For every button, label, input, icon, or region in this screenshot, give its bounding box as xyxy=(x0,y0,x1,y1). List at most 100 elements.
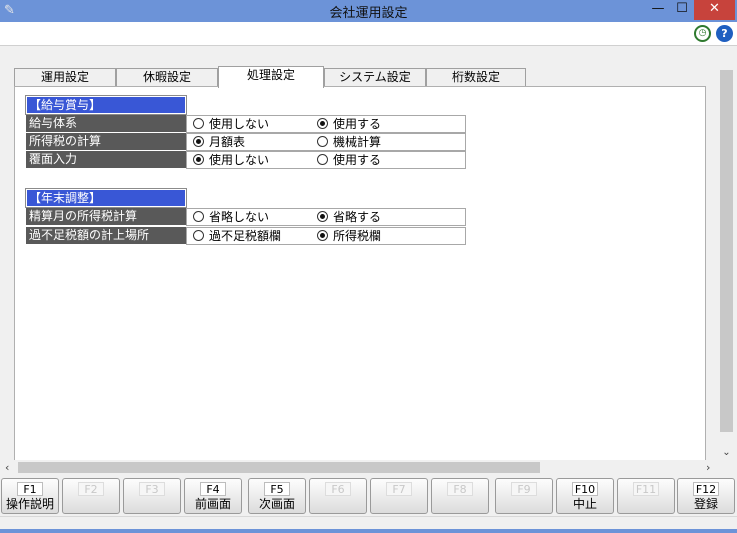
toolbar: ◷ ? xyxy=(0,22,737,46)
row-label: 過不足税額の計上場所 xyxy=(26,227,186,245)
tab-processing-settings[interactable]: 処理設定 xyxy=(218,66,324,88)
radio-button-selected[interactable] xyxy=(193,136,204,147)
window-title: 会社運用設定 xyxy=(329,6,408,21)
setting-row-salary-system: 給与体系 使用しない 使用する xyxy=(26,115,466,133)
setting-row-settlement-month-tax: 精算月の所得税計算 省略しない 省略する xyxy=(26,208,466,226)
company-settings-window: ✎ 会社運用設定 — ☐ ✕ ◷ ? 運用設定 休暇設定 処理設定 システム設定… xyxy=(0,0,737,533)
f11-button[interactable]: F11 xyxy=(617,478,675,514)
fkey-code: F7 xyxy=(386,482,412,496)
f2-button[interactable]: F2 xyxy=(62,478,120,514)
horizontal-scrollbar[interactable]: ‹ › xyxy=(0,460,720,475)
title-bar: ✎ 会社運用設定 — ☐ ✕ xyxy=(0,0,737,22)
fkey-code: F8 xyxy=(447,482,473,496)
fkey-code: F10 xyxy=(572,482,598,496)
scroll-right-icon[interactable]: › xyxy=(706,460,710,475)
f9-button[interactable]: F9 xyxy=(495,478,553,514)
tab-operation-settings[interactable]: 運用設定 xyxy=(14,68,116,87)
radio-group: 月額表 機械計算 xyxy=(186,133,466,151)
window-bottom-border xyxy=(0,529,737,533)
radio-group: 使用しない 使用する xyxy=(186,115,466,133)
radio-label: 省略しない xyxy=(209,210,270,224)
tab-digit-settings[interactable]: 桁数設定 xyxy=(426,68,526,87)
radio-option[interactable]: 使用しない xyxy=(193,116,269,132)
radio-button-selected[interactable] xyxy=(317,118,328,129)
radio-option[interactable]: 所得税欄 xyxy=(317,228,381,244)
fkey-code: F12 xyxy=(693,482,719,496)
row-label: 給与体系 xyxy=(26,115,186,133)
radio-option[interactable]: 機械計算 xyxy=(317,134,381,150)
tab-label: 休暇設定 xyxy=(142,70,191,84)
tab-label: 桁数設定 xyxy=(451,70,500,84)
setting-row-masked-input: 覆面入力 使用しない 使用する xyxy=(26,151,466,169)
minimize-button[interactable]: — xyxy=(647,0,669,20)
fkey-label: 中止 xyxy=(572,497,597,511)
fkey-code: F2 xyxy=(78,482,104,496)
f1-help-button[interactable]: F1 操作説明 xyxy=(1,478,59,514)
row-label: 精算月の所得税計算 xyxy=(26,208,186,226)
radio-group: 省略しない 省略する xyxy=(186,208,466,226)
radio-option[interactable]: 過不足税額欄 xyxy=(193,228,281,244)
tab-system-settings[interactable]: システム設定 xyxy=(324,68,426,87)
radio-label: 使用しない xyxy=(209,117,270,131)
radio-button[interactable] xyxy=(317,136,328,147)
scroll-down-icon[interactable]: ⌄ xyxy=(721,447,732,458)
fkey-code: F6 xyxy=(325,482,351,496)
f5-next-screen-button[interactable]: F5 次画面 xyxy=(248,478,306,514)
tab-label: 処理設定 xyxy=(246,68,295,82)
section-header-salary-bonus: 【給与賞与】 xyxy=(25,95,187,115)
setting-row-income-tax-calc: 所得税の計算 月額表 機械計算 xyxy=(26,133,466,151)
fkey-code: F3 xyxy=(139,482,165,496)
fkey-label: 前画面 xyxy=(194,497,231,511)
function-key-bar: F1 操作説明 F2 F3 F4 前画面 F5 次画面 F6 F7 F8 F9 F10… xyxy=(0,476,737,516)
row-label: 所得税の計算 xyxy=(26,133,186,151)
radio-button-selected[interactable] xyxy=(193,154,204,165)
section-header-year-end-adjustment: 【年末調整】 xyxy=(25,188,187,208)
fkey-code: F5 xyxy=(264,482,290,496)
scrollbar-thumb[interactable] xyxy=(720,70,733,432)
f4-previous-screen-button[interactable]: F4 前画面 xyxy=(184,478,242,514)
f12-register-button[interactable]: F12 登録 xyxy=(677,478,735,514)
radio-button[interactable] xyxy=(193,211,204,222)
content-area: 運用設定 休暇設定 処理設定 システム設定 桁数設定 【給与賞与】 給与体系 使… xyxy=(0,46,737,476)
radio-label: 使用しない xyxy=(209,153,270,167)
maximize-button[interactable]: ☐ xyxy=(671,0,693,20)
fkey-code: F9 xyxy=(511,482,537,496)
radio-option[interactable]: 省略しない xyxy=(193,209,269,225)
radio-option[interactable]: 使用しない xyxy=(193,152,269,168)
scroll-left-icon[interactable]: ‹ xyxy=(5,460,9,475)
close-button[interactable]: ✕ xyxy=(694,0,735,20)
radio-button[interactable] xyxy=(317,154,328,165)
history-clock-icon[interactable]: ◷ xyxy=(694,25,711,42)
f3-button[interactable]: F3 xyxy=(123,478,181,514)
f10-cancel-button[interactable]: F10 中止 xyxy=(556,478,614,514)
fkey-code: F1 xyxy=(17,482,43,496)
radio-label: 機械計算 xyxy=(333,135,382,149)
f7-button[interactable]: F7 xyxy=(370,478,428,514)
tab-leave-settings[interactable]: 休暇設定 xyxy=(116,68,218,87)
radio-option[interactable]: 省略する xyxy=(317,209,381,225)
radio-option[interactable]: 月額表 xyxy=(193,134,245,150)
radio-group: 使用しない 使用する xyxy=(186,151,466,169)
radio-button-selected[interactable] xyxy=(317,211,328,222)
radio-button[interactable] xyxy=(193,230,204,241)
radio-label: 所得税欄 xyxy=(333,229,382,243)
f8-button[interactable]: F8 xyxy=(431,478,489,514)
fkey-label: 次画面 xyxy=(258,497,295,511)
vertical-scrollbar[interactable]: ⌄ xyxy=(718,62,735,458)
radio-label: 省略する xyxy=(333,210,382,224)
f6-button[interactable]: F6 xyxy=(309,478,367,514)
fkey-label: 登録 xyxy=(693,497,718,511)
fkey-code: F4 xyxy=(200,482,226,496)
fkey-label: 操作説明 xyxy=(5,497,54,511)
radio-button-selected[interactable] xyxy=(317,230,328,241)
tab-label: 運用設定 xyxy=(40,70,89,84)
radio-label: 月額表 xyxy=(209,135,246,149)
radio-button[interactable] xyxy=(193,118,204,129)
radio-group: 過不足税額欄 所得税欄 xyxy=(186,227,466,245)
tab-label: システム設定 xyxy=(339,70,411,84)
radio-label: 使用する xyxy=(333,153,382,167)
help-icon[interactable]: ? xyxy=(716,25,733,42)
radio-option[interactable]: 使用する xyxy=(317,116,381,132)
scrollbar-thumb[interactable] xyxy=(18,462,540,473)
radio-option[interactable]: 使用する xyxy=(317,152,381,168)
